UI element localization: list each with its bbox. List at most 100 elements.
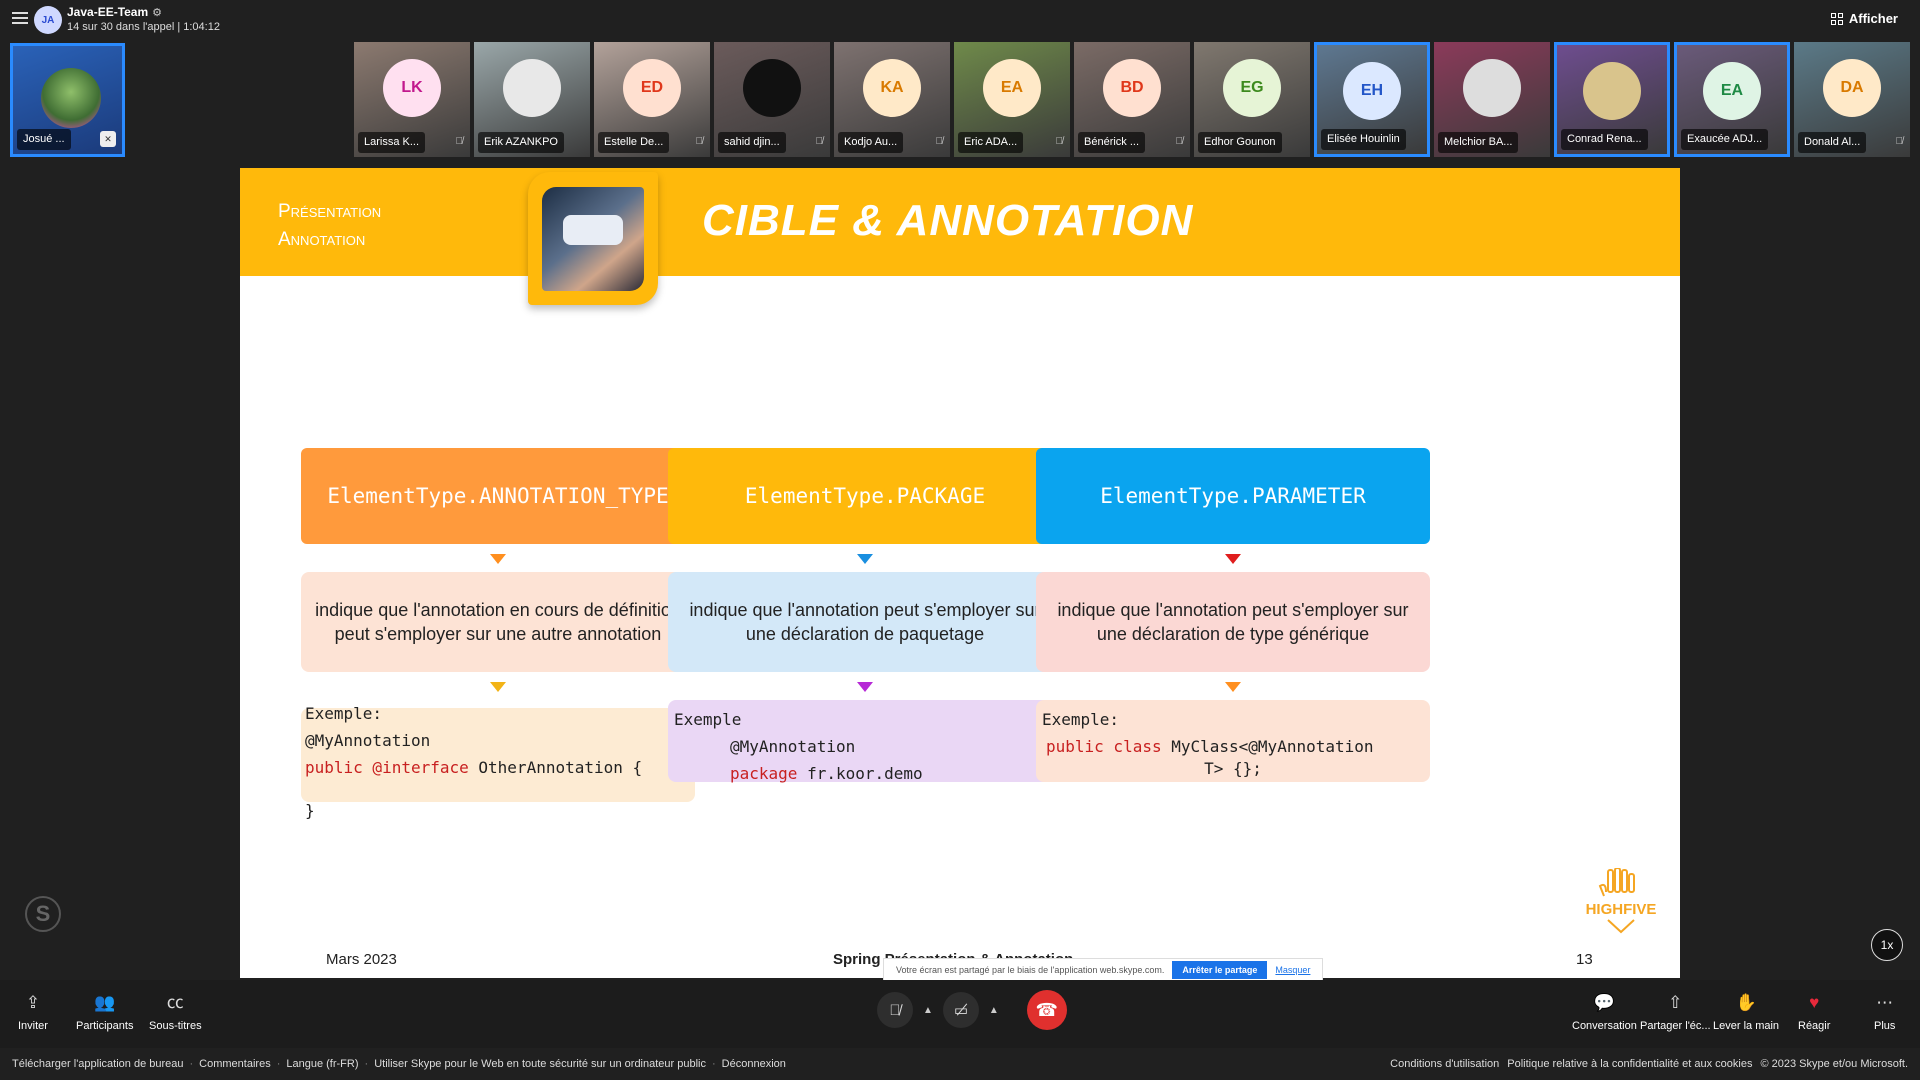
call-title-text: Java-EE-Team: [67, 5, 149, 19]
participant-avatar: LK: [383, 59, 441, 117]
self-name-label: Josué ...: [17, 129, 71, 150]
participant-tile[interactable]: Erik AZANKPO: [474, 42, 590, 157]
example-rest: OtherAnnotation {: [468, 758, 643, 777]
example-code-line: public class MyClass<@MyAnnotation: [1042, 733, 1424, 760]
call-status: 14 sur 30 dans l'appel | 1:04:12: [67, 21, 220, 33]
screen-share-bar: Votre écran est partagé par le biais de …: [883, 958, 1323, 980]
terms-link[interactable]: Conditions d'utilisation: [1390, 1058, 1499, 1070]
participant-tile[interactable]: EH Elisée Houinlin: [1314, 42, 1430, 157]
self-video-tile[interactable]: Josué ... ✕: [10, 43, 125, 157]
participant-tile[interactable]: EA Exaucée ADJ...: [1674, 42, 1790, 157]
group-avatar[interactable]: JA: [34, 6, 62, 34]
more-button[interactable]: ⋯ Plus: [1874, 992, 1895, 1032]
invite-button[interactable]: ⇪ Inviter: [18, 992, 48, 1032]
element-type-column: ElementType.PACKAGE indique que l'annotat…: [668, 448, 1062, 783]
mic-options-chevron-icon[interactable]: ▲: [923, 1005, 933, 1016]
self-avatar: [41, 68, 101, 128]
invite-label: Inviter: [18, 1020, 48, 1032]
participant-tile[interactable]: EA Eric ADA... 🎙̸: [954, 42, 1070, 157]
footer-link[interactable]: Langue (fr-FR): [286, 1058, 358, 1070]
down-arrow-icon: [857, 554, 873, 564]
participants-strip: LK Larissa K... 🎙̸ Erik AZANKPO ED Estelle De…: [354, 42, 1910, 157]
participants-button[interactable]: 👥 Participants: [76, 992, 133, 1032]
captions-button[interactable]: ㏄ Sous-titres: [149, 992, 202, 1032]
footer-links-right: Conditions d'utilisation Politique relat…: [1390, 1058, 1908, 1070]
more-icon: ⋯: [1876, 993, 1894, 1012]
example-box: Exemple: @MyAnnotation public @interface O…: [301, 700, 695, 824]
example-label: Exemple: [674, 710, 742, 729]
element-type-box: ElementType.ANNOTATION_TYPE: [301, 448, 695, 544]
element-type-box: ElementType.PARAMETER: [1036, 448, 1430, 544]
example-keyword: public class: [1046, 737, 1162, 756]
react-button[interactable]: ♥ Réagir: [1798, 992, 1830, 1032]
participant-name: Donald Al...: [1798, 132, 1867, 153]
participant-avatar: EG: [1223, 59, 1281, 117]
raise-hand-label: Lever la main: [1713, 1020, 1780, 1032]
skype-web-app: { "call": { "avatar_initials": "JA", "ti…: [0, 0, 1920, 1080]
hang-up-button[interactable]: ☎: [1026, 990, 1067, 1030]
participant-name: Erik AZANKPO: [478, 132, 564, 153]
slide-breadcrumb: Présentation Annotation: [278, 198, 381, 254]
participant-avatar: EH: [1343, 62, 1401, 120]
participant-tile[interactable]: LK Larissa K... 🎙̸: [354, 42, 470, 157]
down-arrow-icon: [1225, 554, 1241, 564]
participant-name: Conrad Rena...: [1561, 129, 1648, 150]
example-keyword: package: [730, 764, 798, 783]
muted-mic-icon: 🎙̸: [1055, 136, 1064, 147]
participant-tile[interactable]: Melchior BA...: [1434, 42, 1550, 157]
hide-share-bar-link[interactable]: Masquer: [1275, 965, 1310, 975]
share-screen-icon: ⇧: [1668, 993, 1683, 1012]
participant-tile[interactable]: Conrad Rena...: [1554, 42, 1670, 157]
element-type-column: ElementType.PARAMETER indique que l'annot…: [1036, 448, 1430, 782]
privacy-link[interactable]: Politique relative à la confidentialité …: [1507, 1058, 1752, 1070]
slide-footer-date: Mars 2023: [326, 951, 397, 968]
example-annotation: @MyAnnotation: [305, 731, 431, 750]
shared-screen-slide: Présentation Annotation CIBLE & ANNOTATI…: [240, 168, 1680, 978]
participant-tile[interactable]: sahid djin... 🎙̸: [714, 42, 830, 157]
camera-off-icon: ✕: [100, 131, 116, 147]
slide-page-number: 13: [1576, 951, 1593, 968]
settings-icon[interactable]: ⚙: [152, 7, 162, 19]
example-box: Exemple: public class MyClass<@MyAnnotati…: [1036, 700, 1430, 782]
separator-dot: ·: [189, 1058, 194, 1070]
example-box: Exemple @MyAnnotation package fr.koor.demo: [668, 700, 1062, 783]
raise-hand-button[interactable]: ✋ Lever la main: [1713, 992, 1779, 1032]
share-label: Partager l'éc...: [1640, 1020, 1711, 1032]
participant-name: Larissa K...: [358, 132, 426, 153]
separator-dot: ·: [712, 1058, 716, 1070]
call-header: JA Java-EE-Team ⚙ 14 sur 30 dans l'appel …: [0, 0, 1920, 40]
highfive-logo: HIGHFIVE: [1578, 867, 1664, 936]
down-arrow-icon: [1225, 682, 1241, 692]
participant-tile[interactable]: KA Kodjo Au... 🎙̸: [834, 42, 950, 157]
vr-photo: [542, 186, 644, 291]
footer-link[interactable]: Déconnexion: [722, 1058, 786, 1070]
example-code-line: package fr.koor.demo: [674, 760, 1056, 787]
example-label: Exemple:: [1042, 710, 1120, 729]
grid-icon: [1830, 12, 1843, 25]
participant-name: Eric ADA...: [958, 132, 1024, 153]
footer-link[interactable]: Commentaires: [199, 1058, 271, 1070]
camera-off-button[interactable]: ▭̸: [942, 992, 979, 1028]
view-button[interactable]: Afficher: [1830, 11, 1898, 26]
conversation-button[interactable]: 💬 Conversation: [1572, 992, 1637, 1032]
camera-options-chevron-icon[interactable]: ▲: [989, 1005, 999, 1016]
hand-icon: ✋: [1735, 993, 1757, 1012]
footer-link[interactable]: Utiliser Skype pour le Web en toute sécu…: [374, 1058, 706, 1070]
mic-muted-icon[interactable]: 🎙̸: [877, 992, 913, 1028]
breadcrumb-line-1: Présentation: [278, 201, 382, 222]
participant-tile[interactable]: ED Estelle De... 🎙̸: [594, 42, 710, 157]
playback-speed-button[interactable]: 1x: [1871, 929, 1903, 961]
menu-icon[interactable]: [12, 12, 28, 26]
participant-avatar: KA: [863, 59, 921, 117]
share-screen-button[interactable]: ⇧ Partager l'éc...: [1640, 992, 1711, 1032]
footer-link[interactable]: Télécharger l'application de bureau: [12, 1058, 184, 1070]
example-rest: MyClass<@MyAnnotation: [1161, 737, 1374, 756]
participant-name: Exaucée ADJ...: [1681, 129, 1769, 150]
participant-photo: [503, 59, 561, 117]
participant-tile[interactable]: BD Bénérick ... 🎙̸: [1074, 42, 1190, 157]
participant-tile[interactable]: EG Edhor Gounon: [1194, 42, 1310, 157]
captions-icon: ㏄: [166, 993, 184, 1012]
participant-avatar: EA: [1703, 62, 1761, 120]
participant-tile[interactable]: DA Donald Al... 🎙̸: [1794, 42, 1910, 157]
stop-sharing-button[interactable]: Arrêter le partage: [1172, 960, 1268, 979]
